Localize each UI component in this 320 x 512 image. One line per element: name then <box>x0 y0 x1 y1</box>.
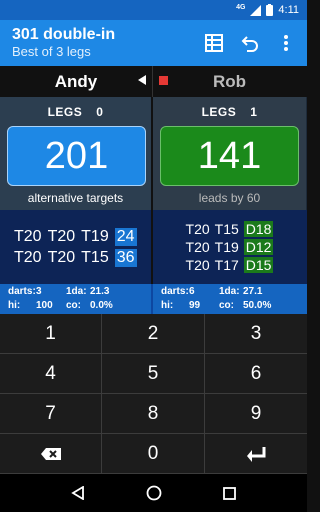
key-1[interactable]: 1 <box>0 314 102 354</box>
undo-icon <box>241 36 258 52</box>
stat-value: 50.0% <box>243 299 272 311</box>
back-icon[interactable] <box>70 486 85 500</box>
player-right-stats: darts: 6 1da: 27.1 hi: 99 co: 50.0% <box>153 284 306 314</box>
key-5[interactable]: 5 <box>102 354 205 394</box>
target-row: T20 T20 T19 24 <box>14 227 151 246</box>
score-keypad: 1 2 3 4 5 6 7 8 9 0 <box>0 314 307 474</box>
target-dart: T20 <box>185 257 210 273</box>
scoreboard: LEGS 0 201 alternative targets LEGS 1 141 … <box>0 97 307 210</box>
target-row: T20 T17 D15 <box>186 257 274 273</box>
stat-value: 6 <box>189 286 195 297</box>
system-nav-bar <box>0 474 307 512</box>
stat-value: 0.0% <box>90 299 113 311</box>
stat-label: 1da: <box>219 286 240 297</box>
target-finish: D18 <box>243 221 274 237</box>
target-dart: T15 <box>214 221 239 237</box>
legs-count: 1 <box>250 105 258 119</box>
legs-label: LEGS <box>47 105 83 119</box>
enter-icon <box>247 446 266 462</box>
checkout-suggestions: T20 T20 T19 24 T20 T20 T15 36 T20 T15 D1… <box>0 210 307 284</box>
backspace-icon <box>40 447 61 460</box>
player-right[interactable]: Rob <box>153 66 306 97</box>
recents-icon[interactable] <box>223 486 237 500</box>
player-left[interactable]: Andy <box>0 66 153 97</box>
target-dart: T20 <box>47 248 76 266</box>
page-title: 301 double-in <box>12 26 116 43</box>
player-stats: darts: 3 1da: 21.3 hi: 100 co: 0.0% dart… <box>0 284 307 314</box>
key-8[interactable]: 8 <box>102 394 205 434</box>
target-dart: T20 <box>14 248 42 266</box>
player-left-legs: LEGS 0 <box>0 105 151 119</box>
stat-label: darts: <box>161 286 189 297</box>
target-dart: T17 <box>214 257 239 273</box>
target-row: T20 T15 D18 <box>186 221 274 237</box>
battery-icon <box>266 4 274 16</box>
stat-value: 21.3 <box>90 286 110 297</box>
target-dart: T20 <box>47 227 76 245</box>
legs-count: 0 <box>96 105 104 119</box>
target-dart: T19 <box>81 227 109 245</box>
stat-value: 99 <box>189 299 201 311</box>
stat-label: hi: <box>161 299 174 311</box>
page-subtitle: Best of 3 legs <box>12 44 91 59</box>
target-row: T20 T19 D12 <box>186 239 274 255</box>
target-dart: T19 <box>214 239 239 255</box>
player-right-hint: leads by 60 <box>198 191 261 205</box>
network-type: 4G <box>236 3 246 11</box>
status-bar: 4G 4:11 <box>0 0 307 20</box>
target-dart: T20 <box>185 221 210 237</box>
player-left-hint: alternative targets <box>27 191 124 205</box>
player-left-score: 201 <box>7 126 146 186</box>
home-icon[interactable] <box>146 485 162 501</box>
undo-button[interactable] <box>239 32 261 54</box>
key-0[interactable]: 0 <box>102 434 205 474</box>
enter-key[interactable] <box>205 434 307 474</box>
backspace-key[interactable] <box>0 434 102 474</box>
started-leg-marker-icon <box>159 76 168 85</box>
scoresheet-button[interactable] <box>203 32 225 54</box>
player-right-targets: T20 T15 D18 T20 T19 D12 T20 T17 D15 <box>153 210 306 284</box>
target-dart: T20 <box>185 239 210 255</box>
target-remaining: 24 <box>114 227 137 246</box>
stat-label: darts: <box>8 286 36 297</box>
stat-label: co: <box>219 299 234 311</box>
target-dart: T15 <box>81 248 109 266</box>
key-4[interactable]: 4 <box>0 354 102 394</box>
player-right-legs: LEGS 1 <box>153 105 306 119</box>
player-right-panel: LEGS 1 141 leads by 60 <box>153 97 306 210</box>
target-dart: T20 <box>14 227 42 245</box>
key-7[interactable]: 7 <box>0 394 102 434</box>
player-left-targets: T20 T20 T19 24 T20 T20 T15 36 <box>0 210 153 284</box>
key-9[interactable]: 9 <box>205 394 307 434</box>
app-bar: 301 double-in Best of 3 legs <box>0 20 307 66</box>
player-right-name: Rob <box>212 71 247 91</box>
stat-value: 27.1 <box>243 286 263 297</box>
stat-label: co: <box>66 299 81 311</box>
overflow-menu-icon <box>284 35 288 51</box>
target-finish: D15 <box>243 257 274 273</box>
legs-label: LEGS <box>201 105 237 119</box>
target-row: T20 T20 T15 36 <box>14 248 151 267</box>
player-left-panel: LEGS 0 201 alternative targets <box>0 97 153 210</box>
player-right-score: 141 <box>160 126 299 186</box>
signal-icon <box>250 4 262 16</box>
clock: 4:11 <box>278 4 299 16</box>
stat-value: 100 <box>36 299 53 311</box>
stat-label: 1da: <box>66 286 87 297</box>
key-2[interactable]: 2 <box>102 314 205 354</box>
overflow-menu-button[interactable] <box>275 32 297 54</box>
stat-value: 3 <box>36 286 42 297</box>
target-remaining: 36 <box>114 248 137 267</box>
key-3[interactable]: 3 <box>205 314 307 354</box>
key-6[interactable]: 6 <box>205 354 307 394</box>
player-left-name: Andy <box>54 71 98 91</box>
scoresheet-icon <box>205 34 223 52</box>
stat-label: hi: <box>8 299 21 311</box>
player-names: Andy Rob <box>0 66 307 97</box>
current-turn-arrow-icon <box>138 75 146 85</box>
player-left-stats: darts: 3 1da: 21.3 hi: 100 co: 0.0% <box>0 284 153 314</box>
target-finish: D12 <box>243 239 274 255</box>
